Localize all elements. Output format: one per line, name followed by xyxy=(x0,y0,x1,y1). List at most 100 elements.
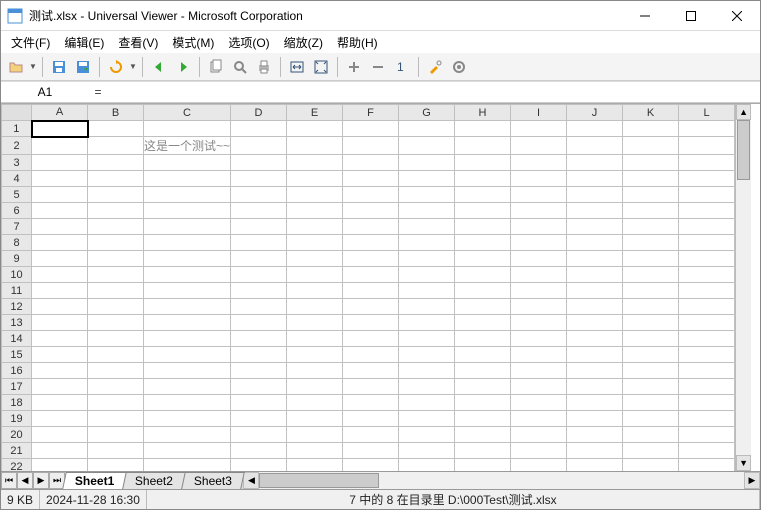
menu-file[interactable]: 文件(F) xyxy=(5,32,56,53)
cell-B9[interactable] xyxy=(88,251,144,267)
menu-view[interactable]: 查看(V) xyxy=(112,32,164,53)
menu-edit[interactable]: 编辑(E) xyxy=(58,32,110,53)
cell-D5[interactable] xyxy=(231,187,287,203)
cell-J21[interactable] xyxy=(567,443,623,459)
cell-E12[interactable] xyxy=(287,299,343,315)
cell-H14[interactable] xyxy=(455,331,511,347)
cell-J12[interactable] xyxy=(567,299,623,315)
row-header-17[interactable]: 17 xyxy=(2,379,32,395)
cell-L9[interactable] xyxy=(679,251,735,267)
cell-J22[interactable] xyxy=(567,459,623,472)
formula-input[interactable] xyxy=(107,82,760,102)
cell-F7[interactable] xyxy=(343,219,399,235)
cell-J20[interactable] xyxy=(567,427,623,443)
col-header-C[interactable]: C xyxy=(144,105,231,121)
cell-H1[interactable] xyxy=(455,121,511,137)
cell-J8[interactable] xyxy=(567,235,623,251)
menu-zoom[interactable]: 缩放(Z) xyxy=(278,32,329,53)
cell-B4[interactable] xyxy=(88,171,144,187)
cell-J17[interactable] xyxy=(567,379,623,395)
cell-A14[interactable] xyxy=(32,331,88,347)
cell-G7[interactable] xyxy=(399,219,455,235)
cell-G5[interactable] xyxy=(399,187,455,203)
cell-E21[interactable] xyxy=(287,443,343,459)
cell-D10[interactable] xyxy=(231,267,287,283)
cell-L19[interactable] xyxy=(679,411,735,427)
cell-A9[interactable] xyxy=(32,251,88,267)
cell-A8[interactable] xyxy=(32,235,88,251)
cell-B19[interactable] xyxy=(88,411,144,427)
cell-J13[interactable] xyxy=(567,315,623,331)
cell-A13[interactable] xyxy=(32,315,88,331)
cell-B21[interactable] xyxy=(88,443,144,459)
cell-G11[interactable] xyxy=(399,283,455,299)
cell-C10[interactable] xyxy=(144,267,231,283)
col-header-H[interactable]: H xyxy=(455,105,511,121)
scroll-up-icon[interactable]: ▲ xyxy=(736,104,751,120)
saveas-icon[interactable] xyxy=(72,56,94,78)
tab-next-icon[interactable]: ▶ xyxy=(33,472,49,489)
cell-C3[interactable] xyxy=(144,155,231,171)
cell-L13[interactable] xyxy=(679,315,735,331)
cell-L22[interactable] xyxy=(679,459,735,472)
col-header-E[interactable]: E xyxy=(287,105,343,121)
cell-K18[interactable] xyxy=(623,395,679,411)
cell-F11[interactable] xyxy=(343,283,399,299)
cell-F9[interactable] xyxy=(343,251,399,267)
cell-I17[interactable] xyxy=(511,379,567,395)
cell-B2[interactable] xyxy=(88,137,144,155)
cell-C21[interactable] xyxy=(144,443,231,459)
reload-icon[interactable] xyxy=(105,56,127,78)
cell-F6[interactable] xyxy=(343,203,399,219)
cell-B17[interactable] xyxy=(88,379,144,395)
cell-H15[interactable] xyxy=(455,347,511,363)
cell-G8[interactable] xyxy=(399,235,455,251)
cell-C8[interactable] xyxy=(144,235,231,251)
cell-C18[interactable] xyxy=(144,395,231,411)
cell-J14[interactable] xyxy=(567,331,623,347)
cell-C17[interactable] xyxy=(144,379,231,395)
cell-F13[interactable] xyxy=(343,315,399,331)
cell-K17[interactable] xyxy=(623,379,679,395)
cell-F8[interactable] xyxy=(343,235,399,251)
cell-A17[interactable] xyxy=(32,379,88,395)
cell-G20[interactable] xyxy=(399,427,455,443)
cell-G13[interactable] xyxy=(399,315,455,331)
zoom-out-icon[interactable] xyxy=(367,56,389,78)
col-header-L[interactable]: L xyxy=(679,105,735,121)
tools-icon[interactable] xyxy=(424,56,446,78)
cell-I19[interactable] xyxy=(511,411,567,427)
cell-K15[interactable] xyxy=(623,347,679,363)
col-header-G[interactable]: G xyxy=(399,105,455,121)
cell-J16[interactable] xyxy=(567,363,623,379)
cell-K8[interactable] xyxy=(623,235,679,251)
cell-L14[interactable] xyxy=(679,331,735,347)
cell-A7[interactable] xyxy=(32,219,88,235)
cell-D3[interactable] xyxy=(231,155,287,171)
cell-E17[interactable] xyxy=(287,379,343,395)
vertical-scrollbar[interactable]: ▲ ▼ xyxy=(735,104,751,471)
cell-G2[interactable] xyxy=(399,137,455,155)
row-header-14[interactable]: 14 xyxy=(2,331,32,347)
cell-K11[interactable] xyxy=(623,283,679,299)
cell-A20[interactable] xyxy=(32,427,88,443)
name-box[interactable] xyxy=(5,82,85,102)
cell-F17[interactable] xyxy=(343,379,399,395)
reload-dropdown[interactable]: ▼ xyxy=(129,56,137,78)
cell-H6[interactable] xyxy=(455,203,511,219)
cell-I15[interactable] xyxy=(511,347,567,363)
cell-K14[interactable] xyxy=(623,331,679,347)
fit-width-icon[interactable] xyxy=(286,56,308,78)
cell-L16[interactable] xyxy=(679,363,735,379)
cell-K7[interactable] xyxy=(623,219,679,235)
cell-K4[interactable] xyxy=(623,171,679,187)
cell-B13[interactable] xyxy=(88,315,144,331)
sheet-tab-sheet2[interactable]: Sheet2 xyxy=(123,472,187,489)
cell-I13[interactable] xyxy=(511,315,567,331)
cell-J3[interactable] xyxy=(567,155,623,171)
cell-G4[interactable] xyxy=(399,171,455,187)
cell-B11[interactable] xyxy=(88,283,144,299)
cell-H16[interactable] xyxy=(455,363,511,379)
cell-L8[interactable] xyxy=(679,235,735,251)
col-header-J[interactable]: J xyxy=(567,105,623,121)
